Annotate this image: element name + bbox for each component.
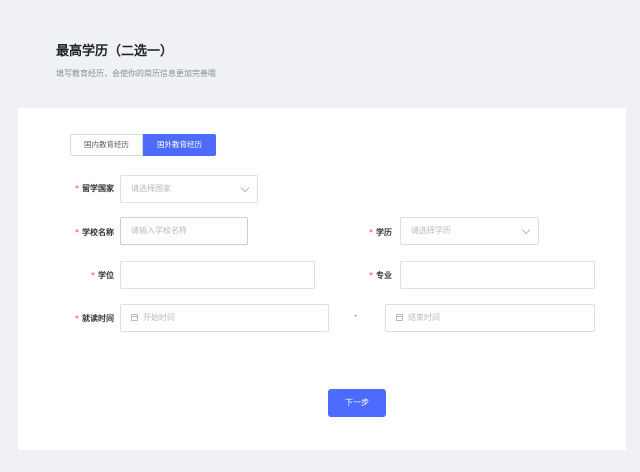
page-subtitle: 填写教育经历，会使你的简历信息更加完善哦	[56, 69, 216, 78]
page: 最高学历（二选一） 填写教育经历，会使你的简历信息更加完善哦 国内教育经历 国外…	[0, 0, 640, 472]
required-mark: *	[369, 271, 373, 280]
required-mark: *	[75, 314, 79, 323]
end-date-picker[interactable]: 结束时间	[385, 304, 595, 332]
tab-domestic-education[interactable]: 国内教育经历	[70, 134, 143, 156]
country-select[interactable]: 请选择国家	[120, 175, 258, 203]
start-date-placeholder: 开始时间	[143, 313, 175, 322]
education-form-card: 国内教育经历 国外教育经历 * 留学国家 请选择国家 * 学校名称 请输入学校名称 …	[18, 108, 626, 450]
chevron-down-icon	[240, 183, 250, 193]
education-type-switch: 国内教育经历 国外教育经历	[70, 134, 216, 156]
country-placeholder: 请选择国家	[131, 184, 171, 193]
education-placeholder: 请选择学历	[411, 226, 451, 235]
school-label: * 学校名称	[75, 228, 114, 237]
major-label: * 专业	[369, 271, 392, 280]
required-mark: *	[75, 228, 79, 237]
education-label: * 学历	[369, 228, 392, 237]
country-label: * 留学国家	[75, 184, 114, 193]
required-mark: *	[75, 184, 79, 193]
calendar-icon	[131, 314, 138, 321]
required-mark: *	[369, 228, 373, 237]
school-name-input[interactable]: 请输入学校名称	[120, 217, 248, 245]
period-label: * 就读时间	[75, 314, 114, 323]
section-header: 最高学历（二选一） 填写教育经历，会使你的简历信息更加完善哦	[18, 18, 626, 108]
end-date-placeholder: 结束时间	[408, 313, 440, 322]
tab-overseas-education[interactable]: 国外教育经历	[143, 134, 216, 156]
page-title: 最高学历（二选一）	[56, 44, 174, 59]
calendar-icon	[396, 314, 403, 321]
degree-label: * 学位	[91, 271, 114, 280]
date-range-separator: -	[354, 311, 358, 321]
start-date-picker[interactable]: 开始时间	[120, 304, 329, 332]
required-mark: *	[91, 271, 95, 280]
school-placeholder: 请输入学校名称	[131, 226, 187, 235]
major-input[interactable]	[400, 261, 595, 289]
degree-input[interactable]	[120, 261, 315, 289]
education-select[interactable]: 请选择学历	[400, 217, 539, 245]
chevron-down-icon	[521, 225, 531, 235]
next-step-button[interactable]: 下一步	[328, 389, 386, 417]
